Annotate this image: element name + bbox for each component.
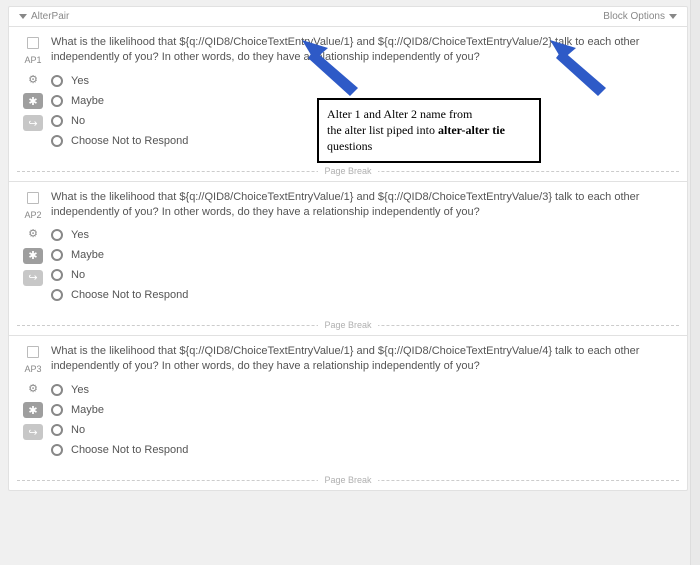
choice-label: No [71, 269, 85, 281]
radio-icon [51, 289, 63, 301]
choice-row[interactable]: No [51, 424, 677, 436]
radio-icon [51, 75, 63, 87]
page-break-label: Page Break [318, 475, 377, 485]
radio-icon [51, 384, 63, 396]
chevron-down-icon [669, 14, 677, 19]
choice-label: Maybe [71, 404, 104, 416]
choice-label: No [71, 115, 85, 127]
chevron-down-icon [19, 14, 27, 19]
choice-row[interactable]: Choose Not to Respond [51, 444, 677, 456]
scrollbar[interactable] [690, 0, 700, 565]
block-title-toggle[interactable]: AlterPair [19, 11, 69, 22]
choice-label: Maybe [71, 249, 104, 261]
page-break[interactable]: Page Break [9, 474, 687, 486]
question-id: AP1 [24, 55, 41, 65]
annotation-arrow-2 [546, 36, 616, 106]
radio-icon [51, 249, 63, 261]
radio-icon [51, 95, 63, 107]
skip-logic-icon[interactable]: ↪ [23, 270, 43, 286]
question-select-checkbox[interactable] [27, 192, 39, 204]
choice-label: Yes [71, 384, 89, 396]
question: AP2 ⚙ ✱ ↪ What is the likelihood that ${q://… [9, 181, 687, 316]
star-icon[interactable]: ✱ [23, 402, 43, 418]
block-title: AlterPair [31, 11, 69, 22]
radio-icon [51, 269, 63, 281]
choice-label: Choose Not to Respond [71, 135, 188, 147]
gear-icon[interactable]: ⚙ [23, 226, 43, 242]
annotation-callout: Alter 1 and Alter 2 name from the alter … [317, 98, 541, 163]
choice-row[interactable]: Maybe [51, 404, 677, 416]
choice-row[interactable]: Yes [51, 384, 677, 396]
block-options-menu[interactable]: Block Options [603, 11, 677, 22]
page-break-label: Page Break [318, 166, 377, 176]
question-text[interactable]: What is the likelihood that ${q://QID8/C… [51, 344, 677, 374]
question-select-checkbox[interactable] [27, 37, 39, 49]
choice-label: Maybe [71, 95, 104, 107]
question-id: AP2 [24, 210, 41, 220]
star-icon[interactable]: ✱ [23, 248, 43, 264]
page-break-label: Page Break [318, 320, 377, 330]
block-options-label: Block Options [603, 11, 665, 22]
radio-icon [51, 444, 63, 456]
question-select-checkbox[interactable] [27, 346, 39, 358]
page-break[interactable]: Page Break [9, 319, 687, 331]
choice-label: Choose Not to Respond [71, 289, 188, 301]
choice-row[interactable]: Maybe [51, 249, 677, 261]
skip-logic-icon[interactable]: ↪ [23, 115, 43, 131]
choice-label: Yes [71, 229, 89, 241]
gear-icon[interactable]: ⚙ [23, 380, 43, 396]
question: AP3 ⚙ ✱ ↪ What is the likelihood that ${q://… [9, 335, 687, 470]
question-text[interactable]: What is the likelihood that ${q://QID8/C… [51, 190, 677, 220]
page-break[interactable]: Page Break [9, 165, 687, 177]
gear-icon[interactable]: ⚙ [23, 71, 43, 87]
choice-label: Choose Not to Respond [71, 444, 188, 456]
choice-row[interactable]: No [51, 269, 677, 281]
star-icon[interactable]: ✱ [23, 93, 43, 109]
radio-icon [51, 424, 63, 436]
choice-row[interactable]: Choose Not to Respond [51, 289, 677, 301]
annotation-arrow-1 [298, 36, 368, 106]
block-header: AlterPair Block Options [9, 7, 687, 27]
radio-icon [51, 115, 63, 127]
skip-logic-icon[interactable]: ↪ [23, 424, 43, 440]
choice-label: Yes [71, 75, 89, 87]
radio-icon [51, 404, 63, 416]
choice-label: No [71, 424, 85, 436]
question-id: AP3 [24, 364, 41, 374]
radio-icon [51, 229, 63, 241]
radio-icon [51, 135, 63, 147]
choice-row[interactable]: Yes [51, 229, 677, 241]
